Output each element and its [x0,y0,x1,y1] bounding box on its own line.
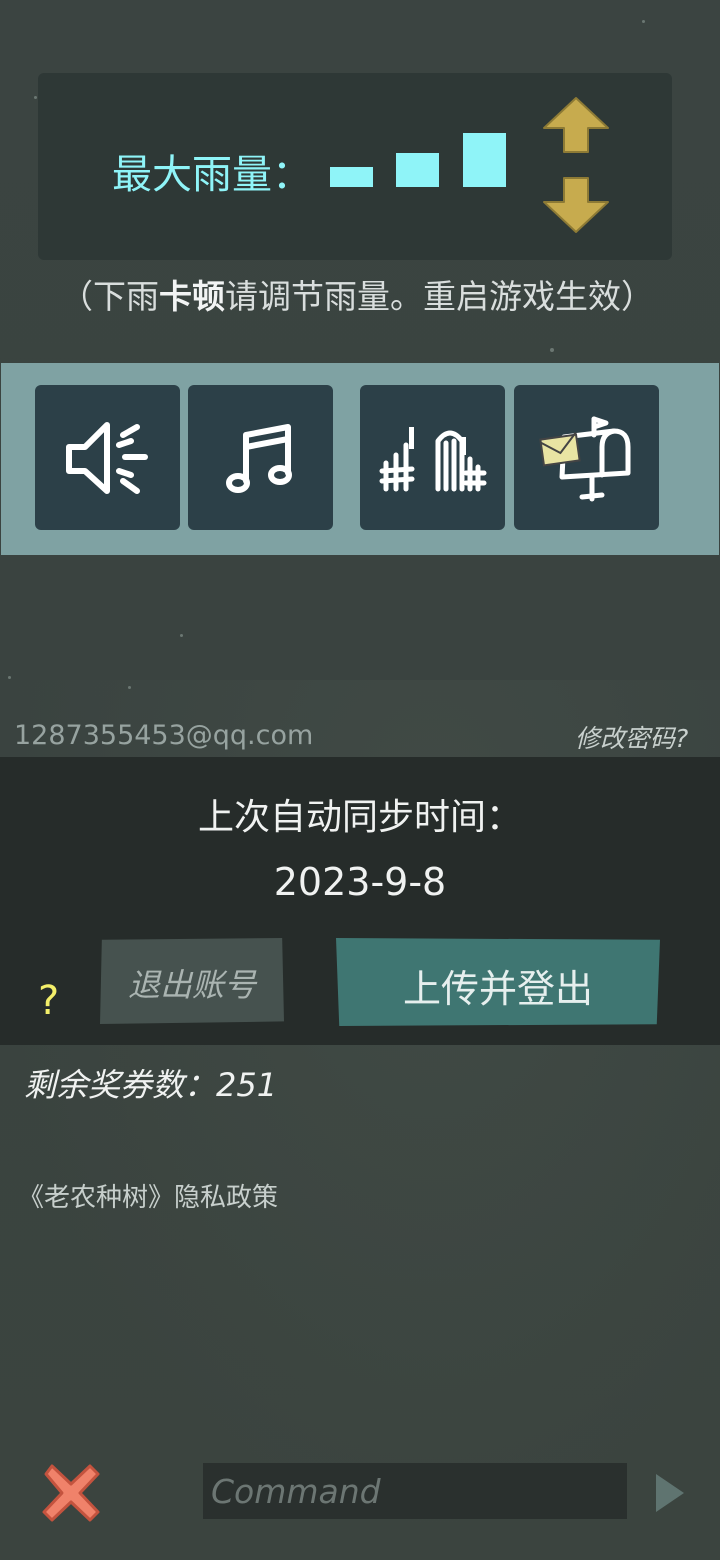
account-email: 1287355453@qq.com [14,720,314,751]
fence-button[interactable] [360,385,505,530]
sync-date: 2023-9-8 [273,860,447,904]
tickets-remaining: 剩余奖券数：251 [24,1060,277,1106]
privacy-policy-link[interactable]: 《老农种树》隐私政策 [18,1177,278,1214]
mail-button[interactable] [514,385,659,530]
star [180,634,183,637]
rain-level-bar-3 [463,133,506,187]
sound-button[interactable] [35,385,180,530]
star [550,348,554,352]
music-button[interactable] [188,385,333,530]
tickets-label: 剩余奖券数： [24,1066,217,1104]
play-icon [656,1474,684,1512]
upload-button-label: 上传并登出 [402,967,593,1011]
close-icon [42,1464,100,1522]
send-command-button[interactable] [650,1470,690,1516]
hint-text-before: （下雨 [60,277,159,316]
star [34,96,37,99]
upload-and-logout-button[interactable]: 上传并登出 [336,938,660,1026]
close-button[interactable] [38,1460,104,1526]
music-note-icon [226,424,292,493]
tickets-count: 251 [216,1066,278,1104]
rain-decrease-button[interactable] [542,176,610,234]
logout-button-label: 退出账号 [127,966,256,1004]
help-button[interactable]: ? [38,978,59,1024]
speaker-icon [66,422,148,494]
hint-text-bold: 卡顿 [159,277,225,316]
fence-icon [379,427,487,492]
mailbox-icon [539,416,631,502]
star [128,686,131,689]
logout-button[interactable]: 退出账号 [100,938,284,1024]
command-input[interactable] [203,1463,627,1519]
rain-level-bar-2 [396,153,439,187]
rain-hint-text: （下雨卡顿请调节雨量。重启游戏生效） [60,270,660,318]
rain-increase-button[interactable] [542,96,610,154]
star [8,676,11,679]
arrow-down-icon [543,177,609,233]
hint-text-after: 请调节雨量。重启游戏生效） [225,277,654,316]
star [642,20,645,23]
sync-title: 上次自动同步时间： [197,797,522,838]
rain-level-bar-1 [330,167,373,187]
change-password-link[interactable]: 修改密码? [575,719,688,755]
rain-label: 最大雨量： [112,152,312,198]
arrow-up-icon [543,97,609,153]
